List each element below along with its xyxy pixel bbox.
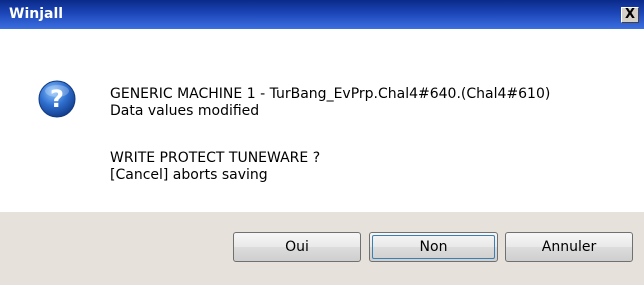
message-line-hint: [Cancel] aborts saving — [110, 167, 268, 183]
message-line-machine: GENERIC MACHINE 1 - TurBang_EvPrp.Chal4#… — [110, 86, 551, 102]
no-button[interactable]: Non — [369, 232, 498, 262]
close-button[interactable]: X — [621, 7, 639, 23]
svg-text:?: ? — [50, 85, 64, 113]
button-bar: Oui Non Annuler — [0, 212, 644, 285]
yes-button[interactable]: Oui — [233, 232, 361, 262]
title-bar[interactable]: Winjall X — [0, 0, 644, 29]
cancel-button[interactable]: Annuler — [505, 232, 633, 262]
message-dialog: Winjall X ? GENERIC MACHINE 1 - TurBang_… — [0, 0, 644, 285]
window-title: Winjall — [9, 6, 64, 22]
question-icon: ? — [38, 80, 76, 118]
message-line-status: Data values modified — [110, 103, 260, 119]
message-area: ? GENERIC MACHINE 1 - TurBang_EvPrp.Chal… — [0, 29, 644, 212]
message-line-question: WRITE PROTECT TUNEWARE ? — [110, 150, 321, 166]
